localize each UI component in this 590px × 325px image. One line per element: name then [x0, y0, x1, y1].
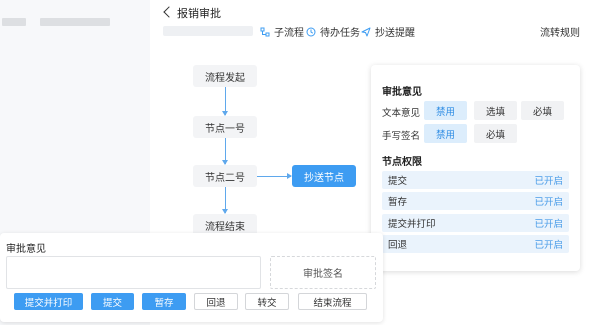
flow-arrow — [257, 173, 292, 179]
end-flow-button[interactable]: 结束流程 — [298, 293, 367, 310]
send-icon — [361, 27, 371, 36]
permission-row-submit-print[interactable]: 提交并打印 已开启 — [382, 214, 569, 232]
back-link[interactable]: 报销审批 — [163, 5, 221, 21]
approval-card: 审批意见 审批签名 提交并打印 提交 暂存 回退 转交 结束流程 — [0, 233, 383, 322]
todo-tasks-label: 待办任务 — [320, 28, 360, 39]
flow-node-start[interactable]: 流程发起 — [193, 65, 257, 87]
permission-name: 暂存 — [388, 197, 408, 208]
flow-node-1[interactable]: 节点一号 — [193, 116, 257, 138]
submit-print-button[interactable]: 提交并打印 — [14, 293, 83, 310]
opinion-input[interactable] — [6, 256, 261, 289]
flow-node-2[interactable]: 节点二号 — [193, 165, 257, 187]
blurred-text — [40, 18, 110, 26]
title-field[interactable] — [163, 26, 253, 36]
flow-arrow — [222, 187, 228, 214]
page-title: 报销审批 — [177, 7, 221, 20]
permission-name: 提交并打印 — [388, 219, 436, 230]
subprocess-button[interactable]: 子流程 — [260, 24, 304, 39]
cc-reminder-label: 抄送提醒 — [375, 28, 415, 39]
permission-name: 回退 — [388, 240, 408, 251]
subprocess-icon — [260, 27, 270, 36]
node-permissions-title: 节点权限 — [382, 157, 422, 168]
flow-arrow — [222, 138, 228, 165]
text-opinion-required[interactable]: 必填 — [521, 101, 564, 120]
approval-opinion-title: 审批意见 — [382, 87, 422, 98]
blurred-text — [2, 18, 26, 26]
flow-node-cc[interactable]: 抄送节点 — [292, 165, 356, 187]
permission-row-save[interactable]: 暂存 已开启 — [382, 192, 569, 210]
node-config-panel: 审批意见 文本意见 禁用 选填 必填 手写签名 禁用 必填 节点权限 提交 已开… — [371, 65, 580, 271]
clock-icon — [306, 27, 316, 36]
todo-tasks-button[interactable]: 待办任务 — [306, 24, 360, 39]
text-opinion-disabled[interactable]: 禁用 — [424, 101, 467, 120]
permission-status[interactable]: 已开启 — [534, 194, 563, 208]
flow-arrow — [222, 87, 228, 116]
handwrite-required[interactable]: 必填 — [474, 124, 517, 143]
text-opinion-label: 文本意见 — [382, 108, 421, 119]
text-opinion-optional[interactable]: 选填 — [474, 101, 517, 120]
permission-status[interactable]: 已开启 — [534, 237, 563, 251]
subprocess-label: 子流程 — [274, 28, 304, 39]
cc-reminder-button[interactable]: 抄送提醒 — [361, 24, 415, 39]
signature-placeholder: 审批签名 — [303, 269, 343, 280]
permission-status[interactable]: 已开启 — [534, 216, 563, 230]
handwrite-label: 手写签名 — [382, 131, 421, 142]
rollback-button[interactable]: 回退 — [194, 293, 238, 310]
transfer-button[interactable]: 转交 — [245, 293, 289, 310]
save-draft-button[interactable]: 暂存 — [142, 293, 186, 310]
permission-row-submit[interactable]: 提交 已开启 — [382, 171, 569, 189]
approval-card-title: 审批意见 — [6, 244, 46, 255]
signature-area[interactable]: 审批签名 — [270, 256, 376, 289]
handwrite-disabled[interactable]: 禁用 — [424, 124, 467, 143]
back-arrow-icon — [163, 6, 175, 18]
permission-status[interactable]: 已开启 — [534, 173, 563, 187]
permission-name: 提交 — [388, 176, 408, 187]
permission-row-rollback[interactable]: 回退 已开启 — [382, 235, 569, 253]
flow-rules-link[interactable]: 流转规则 — [540, 24, 580, 39]
submit-button[interactable]: 提交 — [91, 293, 134, 310]
